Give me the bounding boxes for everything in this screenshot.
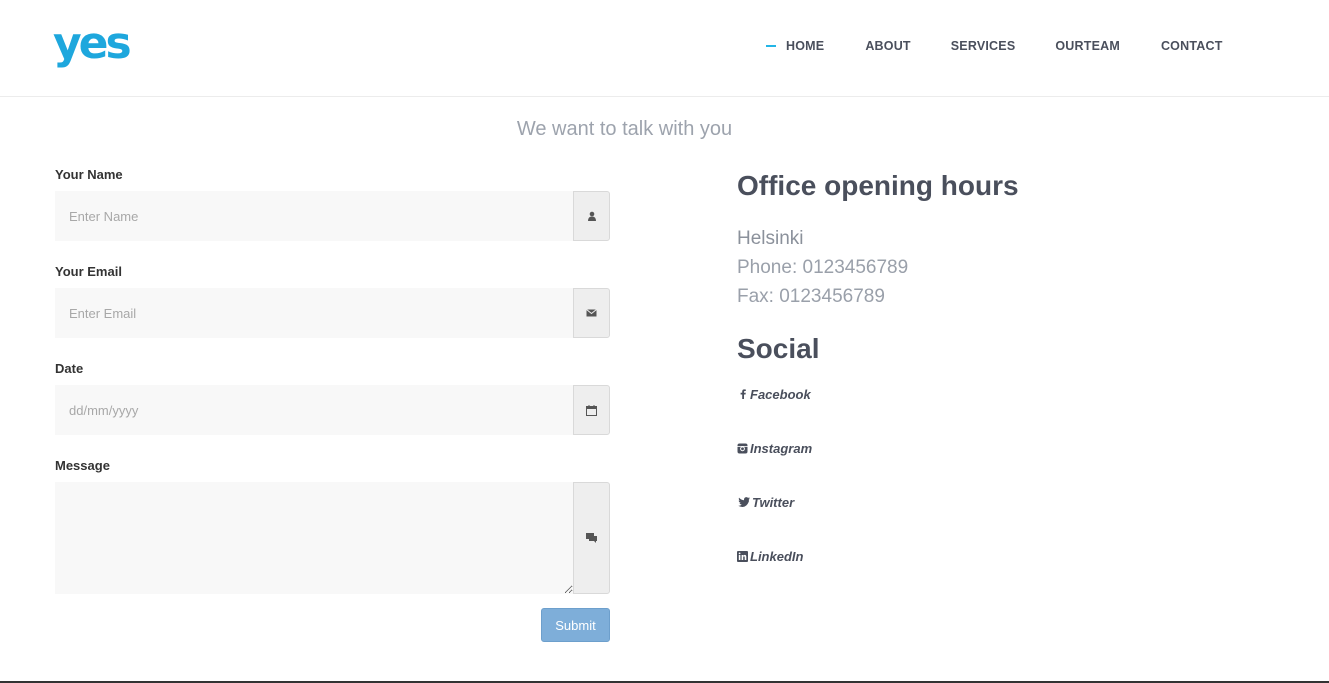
social-label-linkedin: LinkedIn xyxy=(750,548,804,564)
date-label: Date xyxy=(55,361,84,376)
main-nav: HOME ABOUT SERVICES OURTEAM CONTACT xyxy=(760,39,1223,53)
social-label-twitter: Twitter xyxy=(752,494,795,510)
social-link-linkedin[interactable]: LinkedIn xyxy=(737,547,1237,565)
yes-logo[interactable]: yes xyxy=(53,18,143,74)
office-city: Helsinki xyxy=(737,228,804,249)
nav-contact-label: CONTACT xyxy=(1160,39,1223,53)
email-input[interactable] xyxy=(55,288,573,338)
submit-button[interactable]: Submit xyxy=(541,608,610,642)
social-link-instagram[interactable]: Instagram xyxy=(737,439,1237,457)
social-label-facebook: Facebook xyxy=(750,386,811,402)
linkedin-icon xyxy=(737,550,748,562)
message-label: Message xyxy=(55,458,110,473)
nav-ourteam[interactable]: OURTEAM xyxy=(1055,39,1120,53)
facebook-icon xyxy=(737,389,748,400)
message-input-group xyxy=(55,482,610,594)
office-phone: Phone: 0123456789 xyxy=(737,257,909,278)
social-title: Social xyxy=(737,333,820,364)
social-link-twitter[interactable]: Twitter xyxy=(737,493,1237,511)
nav-about-label: ABOUT xyxy=(865,39,911,53)
social-label-instagram: Instagram xyxy=(750,440,813,456)
instagram-icon xyxy=(737,443,748,454)
user-icon xyxy=(573,191,610,241)
name-label: Your Name xyxy=(55,167,123,182)
email-label: Your Email xyxy=(55,264,122,279)
office-hours-title: Office opening hours xyxy=(737,170,1019,201)
email-input-group xyxy=(55,288,610,338)
active-indicator xyxy=(766,45,776,47)
office-info: Office opening hours Helsinki Phone: 012… xyxy=(737,168,1237,601)
logo-text: yes xyxy=(53,18,131,69)
calendar-icon[interactable] xyxy=(573,385,610,435)
site-header: yes HOME ABOUT SERVICES OURTEAM CONTACT xyxy=(0,0,1329,97)
date-input[interactable] xyxy=(55,385,573,435)
envelope-icon xyxy=(573,288,610,338)
message-textarea[interactable] xyxy=(55,482,573,594)
name-input-group xyxy=(55,191,610,241)
nav-services-label: SERVICES xyxy=(950,39,1016,53)
nav-services[interactable]: SERVICES xyxy=(951,39,1016,53)
social-link-facebook[interactable]: Facebook xyxy=(737,385,1237,403)
nav-contact[interactable]: CONTACT xyxy=(1161,39,1223,53)
nav-home[interactable]: HOME xyxy=(766,39,824,53)
chat-icon xyxy=(573,482,610,594)
submit-row: Submit xyxy=(55,608,610,642)
nav-home-label: HOME xyxy=(786,39,825,53)
social-list: Facebook Instagram Twitter LinkedIn xyxy=(737,385,1237,565)
nav-ourteam-label: OURTEAM xyxy=(1055,39,1120,53)
name-input[interactable] xyxy=(55,191,573,241)
twitter-icon xyxy=(737,497,750,508)
section-title: We want to talk with you xyxy=(516,118,733,140)
date-input-group xyxy=(55,385,610,435)
nav-about[interactable]: ABOUT xyxy=(865,39,910,53)
contact-form: Your Name Your Email Date Message Submit xyxy=(55,166,610,642)
office-fax: Fax: 0123456789 xyxy=(737,286,885,307)
